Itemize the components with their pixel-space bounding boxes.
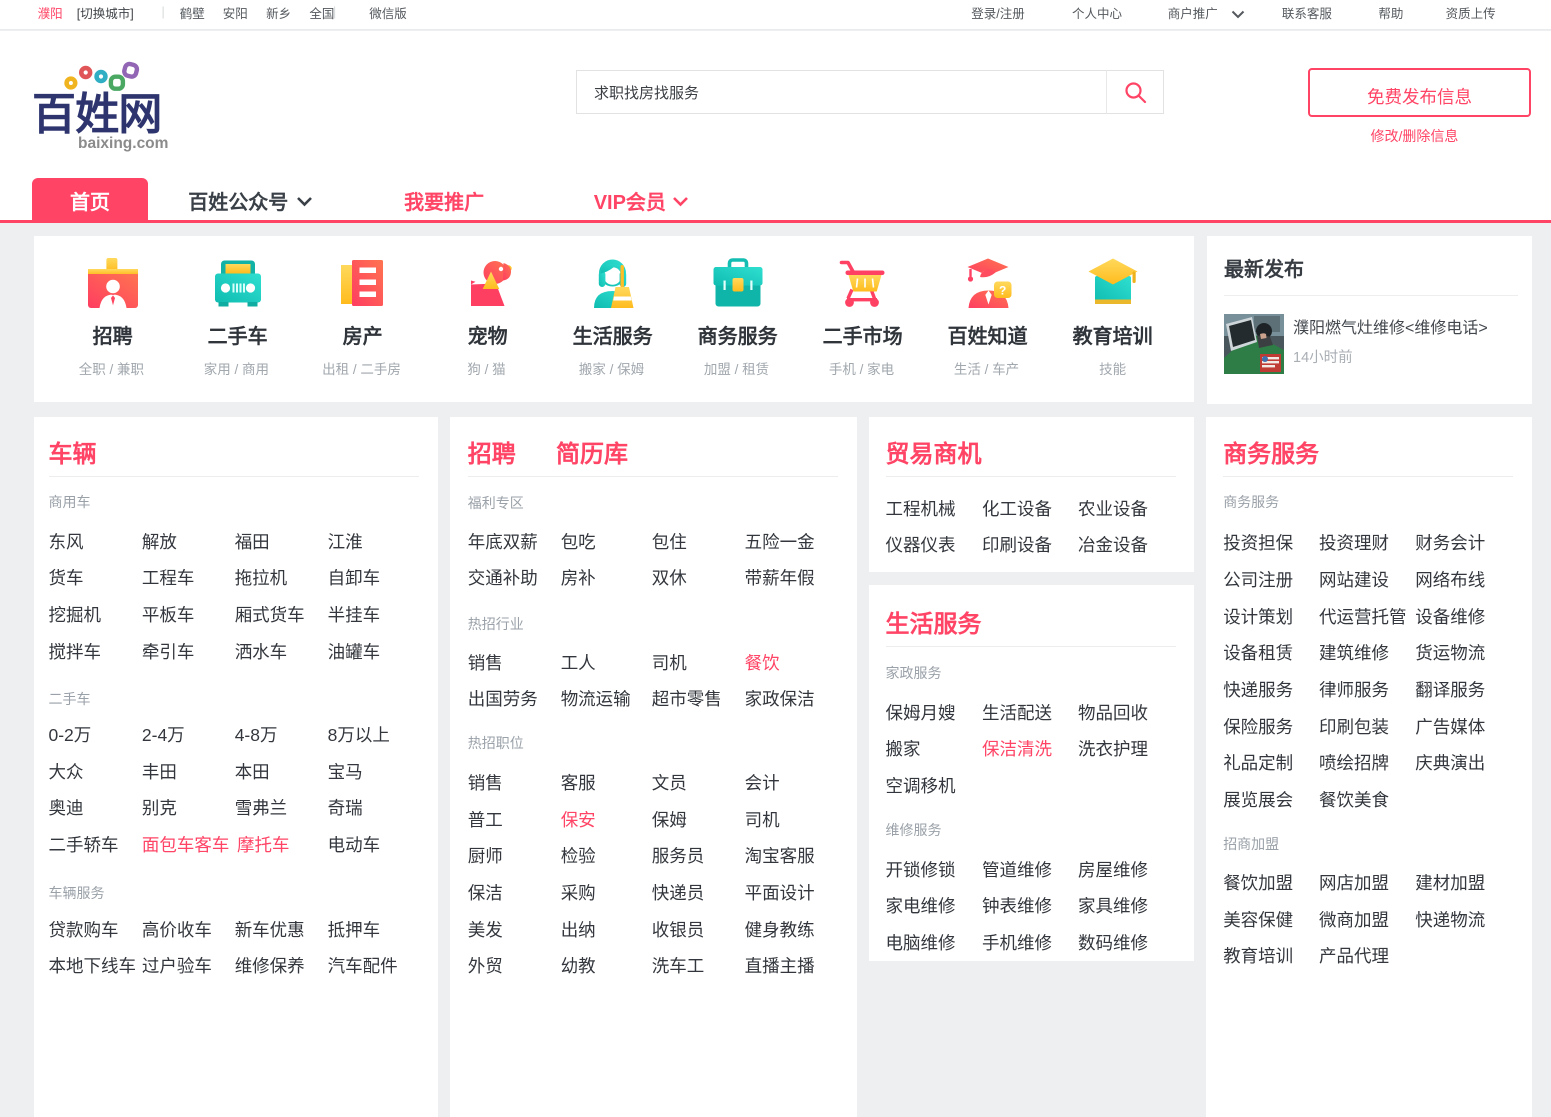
svg-text:?: ? bbox=[999, 284, 1006, 298]
